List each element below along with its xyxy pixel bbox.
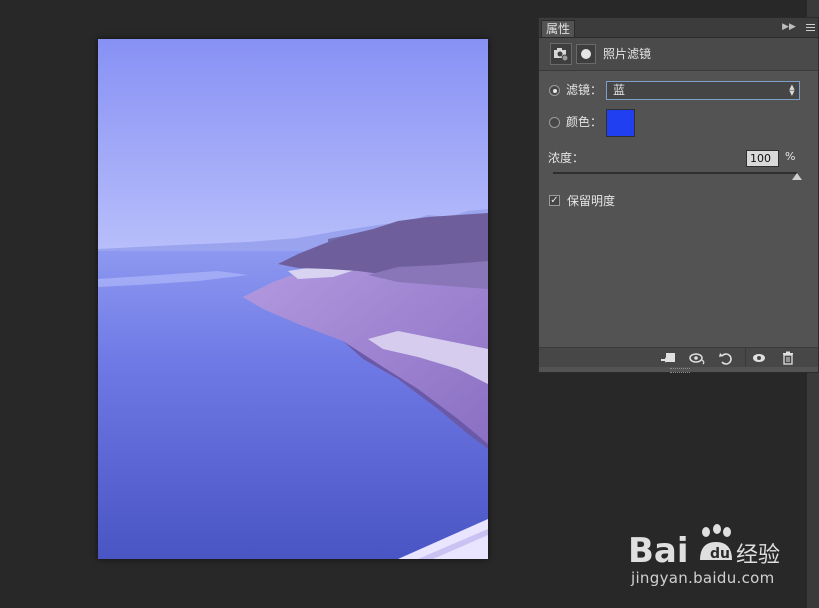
baidu-logo: Bai du 经验 <box>628 524 780 570</box>
properties-panel: 属性 ▶▶ 照片滤镜 滤镜： 蓝 ▲ ▼ 颜色： 浓度： 100 % ✓ 保留明… <box>538 17 819 373</box>
preserve-luminosity-checkbox[interactable]: ✓ <box>549 195 560 206</box>
color-label: 颜色： <box>566 115 603 129</box>
density-label: 浓度： <box>548 151 585 165</box>
landscape-photo <box>98 39 488 559</box>
photoshop-workspace: 属性 ▶▶ 照片滤镜 滤镜： 蓝 ▲ ▼ 颜色： 浓度： 100 % ✓ 保留明… <box>0 0 819 608</box>
watermark-url: jingyan.baidu.com <box>631 569 775 587</box>
filter-dropdown[interactable]: 蓝 ▲ ▼ <box>606 81 800 100</box>
filter-radio[interactable] <box>549 85 560 96</box>
density-slider-thumb[interactable] <box>792 173 802 180</box>
preserve-luminosity-label: 保留明度 <box>567 194 616 208</box>
camera-adjustment-icon[interactable] <box>550 43 572 65</box>
visibility-eye-icon[interactable] <box>750 350 768 366</box>
clip-to-layer-icon[interactable] <box>659 350 677 366</box>
view-previous-state-icon[interactable] <box>688 350 706 366</box>
filter-dropdown-value: 蓝 <box>613 83 626 97</box>
svg-text:Bai: Bai <box>628 531 689 570</box>
panel-menu-icon[interactable] <box>803 20 817 34</box>
panel-tab-bar: 属性 ▶▶ <box>539 18 818 38</box>
panel-header: 照片滤镜 <box>539 38 818 71</box>
density-unit: % <box>785 150 796 163</box>
trash-icon[interactable] <box>779 350 797 366</box>
baidu-jingyan-watermark: Bai du 经验 jingyan.baidu.com <box>626 520 786 590</box>
footer-separator <box>745 348 746 367</box>
tab-properties[interactable]: 属性 <box>541 20 575 37</box>
panel-footer <box>539 347 818 367</box>
density-input[interactable]: 100 <box>746 150 779 167</box>
filter-label: 滤镜： <box>566 83 603 97</box>
svg-text:du: du <box>710 546 730 562</box>
layer-mask-icon[interactable] <box>576 44 596 64</box>
panel-resize-grip[interactable] <box>670 368 690 373</box>
reset-icon[interactable] <box>717 350 735 366</box>
color-swatch[interactable] <box>606 109 635 137</box>
density-slider-track[interactable] <box>553 172 797 174</box>
svg-text:经验: 经验 <box>736 543 780 568</box>
updown-arrows-icon: ▲ ▼ <box>789 83 795 97</box>
double-chevron-right-icon[interactable]: ▶▶ <box>782 20 796 34</box>
document-canvas[interactable] <box>98 39 488 559</box>
color-radio[interactable] <box>549 117 560 128</box>
panel-title: 照片滤镜 <box>603 47 652 61</box>
